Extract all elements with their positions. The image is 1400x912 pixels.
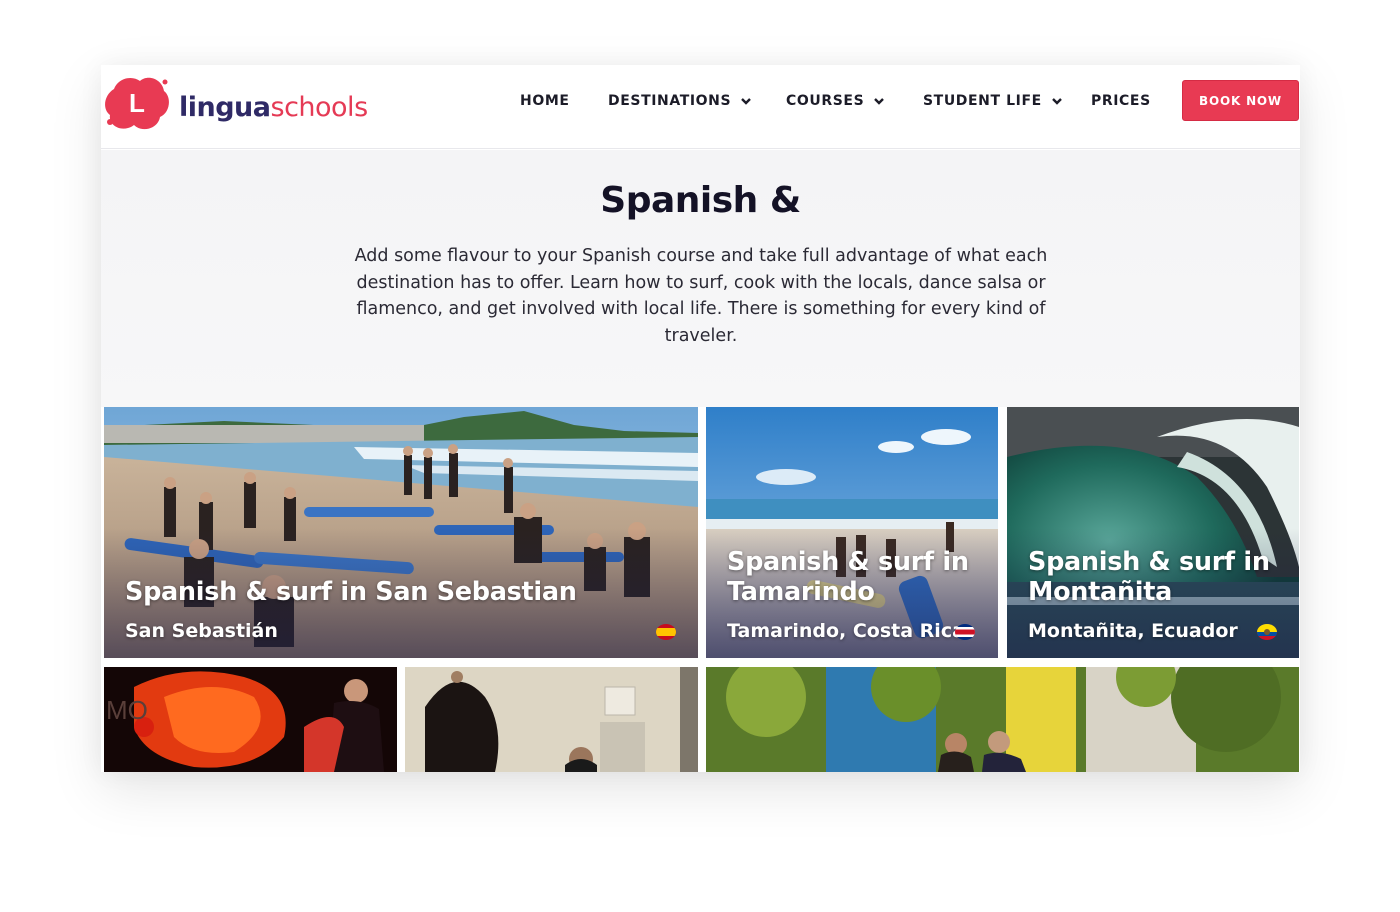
chevron-down-icon xyxy=(874,98,885,105)
card-location: Montañita, Ecuador xyxy=(1028,620,1238,642)
logo-letter: L xyxy=(129,88,145,118)
card-title: Spanish & surf in Montañita xyxy=(1028,547,1270,607)
nav-destinations[interactable]: DESTINATIONS xyxy=(608,91,752,111)
ecuador-flag-icon xyxy=(1257,624,1277,640)
card-title: Spanish & surf in San Sebastian xyxy=(125,577,577,607)
site-header: L linguaschools HOME DESTINATIONS COURSE… xyxy=(101,65,1300,149)
street-tango-photo xyxy=(706,667,1299,772)
card-title: Spanish & surf in Tamarindo xyxy=(727,547,969,607)
spain-flag-icon xyxy=(656,624,676,640)
svg-text:MO: MO xyxy=(106,695,148,725)
course-card-san-sebastian[interactable]: Spanish & surf in San Sebastian San Seba… xyxy=(104,407,698,658)
course-card-tango[interactable] xyxy=(706,667,1299,772)
nav-student-life[interactable]: STUDENT LIFE xyxy=(923,91,1063,111)
course-card-tamarindo[interactable]: Spanish & surf in Tamarindo Tamarindo, C… xyxy=(706,407,998,658)
nav-destinations-label: DESTINATIONS xyxy=(608,93,732,109)
nav-prices-label: PRICES xyxy=(1091,93,1151,109)
course-card-montanita[interactable]: Spanish & surf in Montañita Montañita, E… xyxy=(1007,407,1299,658)
nav-courses[interactable]: COURSES xyxy=(786,91,885,111)
nav-home-label: HOME xyxy=(520,93,570,109)
chevron-down-icon xyxy=(741,98,752,105)
card-location: Tamarindo, Costa Rica xyxy=(727,620,965,642)
flamenco-dancer-photo: MO xyxy=(104,667,397,772)
brand-name-part2: schools xyxy=(270,92,369,123)
page-title: Spanish & xyxy=(600,180,801,221)
course-card-flamenco[interactable]: MO xyxy=(104,667,397,772)
brand-name-part1: lingua xyxy=(179,92,271,123)
brand-name: linguaschools xyxy=(179,93,368,123)
intro-description: Add some flavour to your Spanish course … xyxy=(354,246,1048,347)
intro-section: Spanish & Add some flavour to your Spani… xyxy=(101,150,1300,407)
nav-prices[interactable]: PRICES xyxy=(1091,91,1151,111)
book-now-button[interactable]: BOOK NOW xyxy=(1182,80,1299,121)
nav-student-life-label: STUDENT LIFE xyxy=(923,93,1042,109)
logo-splat-icon: L xyxy=(105,77,169,130)
page-frame: L linguaschools HOME DESTINATIONS COURSE… xyxy=(101,65,1300,772)
nav-home[interactable]: HOME xyxy=(520,91,570,111)
course-card-cooking[interactable] xyxy=(405,667,698,772)
nav-courses-label: COURSES xyxy=(786,93,865,109)
card-location: San Sebastián xyxy=(125,620,278,642)
brand-logo[interactable]: L linguaschools xyxy=(104,75,368,131)
costa-rica-flag-icon xyxy=(955,624,975,640)
cooking-class-photo xyxy=(405,667,698,772)
chevron-down-icon xyxy=(1051,98,1062,105)
